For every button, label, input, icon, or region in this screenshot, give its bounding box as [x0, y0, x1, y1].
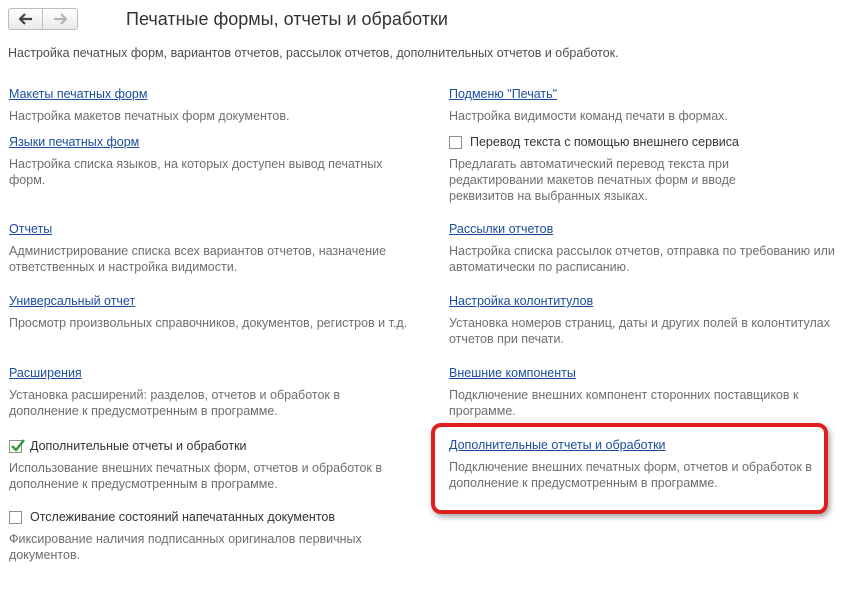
- forward-button[interactable]: [43, 8, 78, 30]
- additional-reports-checkbox-label[interactable]: Дополнительные отчеты и обработки: [30, 439, 247, 453]
- translation-checkbox-label[interactable]: Перевод текста с помощью внешнего сервис…: [470, 135, 739, 149]
- extensions-description: Установка расширений: разделов, отчетов …: [9, 388, 340, 418]
- translation-description: Предлагать автоматический перевод текста…: [449, 157, 736, 203]
- headers-footers-link[interactable]: Настройка колонтитулов: [449, 293, 593, 310]
- tracking-checkbox-label[interactable]: Отслеживание состояний напечатанных доку…: [30, 510, 335, 524]
- reports-link[interactable]: Отчеты: [9, 221, 52, 238]
- headers-footers-section: Настройка колонтитулов Установка номеров…: [449, 293, 849, 347]
- translation-section: Перевод текста с помощью внешнего сервис…: [449, 133, 849, 204]
- universal-report-description: Просмотр произвольных справочников, доку…: [9, 316, 408, 330]
- external-components-link[interactable]: Внешние компоненты: [449, 365, 576, 382]
- highlight-frame: [431, 423, 828, 514]
- external-components-section: Внешние компоненты Подключение внешних к…: [449, 365, 849, 419]
- print-layouts-link[interactable]: Макеты печатных форм: [9, 86, 147, 103]
- navigation-buttons: [8, 8, 78, 30]
- report-mailings-section: Рассылки отчетов Настройка списка рассыл…: [449, 221, 849, 275]
- universal-report-section: Универсальный отчет Просмотр произвольны…: [9, 293, 429, 331]
- tracking-section: Отслеживание состояний напечатанных доку…: [9, 508, 429, 563]
- extensions-section: Расширения Установка расширений: раздело…: [9, 365, 429, 419]
- arrow-left-icon: [18, 13, 32, 25]
- report-mailings-link[interactable]: Рассылки отчетов: [449, 221, 553, 238]
- print-submenu-description: Настройка видимости команд печати в форм…: [449, 109, 728, 123]
- tracking-checkbox[interactable]: [9, 510, 22, 524]
- universal-report-link[interactable]: Универсальный отчет: [9, 293, 135, 310]
- print-layouts-section: Макеты печатных форм Настройка макетов п…: [9, 86, 429, 124]
- print-layouts-description: Настройка макетов печатных форм документ…: [9, 109, 290, 123]
- print-languages-description: Настройка списка языков, на которых дост…: [9, 157, 383, 187]
- print-submenu-link[interactable]: Подменю "Печать": [449, 86, 557, 103]
- print-languages-section: Языки печатных форм Настройка списка язы…: [9, 134, 429, 188]
- page-title: Печатные формы, отчеты и обработки: [126, 9, 448, 29]
- checkmark-icon: [11, 438, 25, 452]
- arrow-right-icon: [54, 13, 67, 25]
- print-languages-link[interactable]: Языки печатных форм: [9, 134, 139, 151]
- external-components-description: Подключение внешних компонент сторонних …: [449, 388, 799, 418]
- page-subtitle: Настройка печатных форм, вариантов отчет…: [8, 46, 619, 60]
- additional-reports-section: Дополнительные отчеты и обработки Исполь…: [9, 437, 429, 492]
- reports-section: Отчеты Администрирование списка всех вар…: [9, 221, 429, 275]
- back-button[interactable]: [8, 8, 43, 30]
- reports-description: Администрирование списка всех вариантов …: [9, 244, 387, 274]
- headers-footers-description: Установка номеров страниц, даты и других…: [449, 316, 830, 346]
- translation-checkbox[interactable]: [449, 135, 462, 149]
- additional-reports-checkbox[interactable]: [9, 438, 25, 453]
- tracking-description: Фиксирование наличия подписанных оригина…: [9, 532, 362, 562]
- print-submenu-section: Подменю "Печать" Настройка видимости ком…: [449, 86, 849, 124]
- extensions-link[interactable]: Расширения: [9, 365, 82, 382]
- report-mailings-description: Настройка списка рассылок отчетов, отпра…: [449, 244, 835, 274]
- additional-reports-description: Использование внешних печатных форм, отч…: [9, 461, 383, 491]
